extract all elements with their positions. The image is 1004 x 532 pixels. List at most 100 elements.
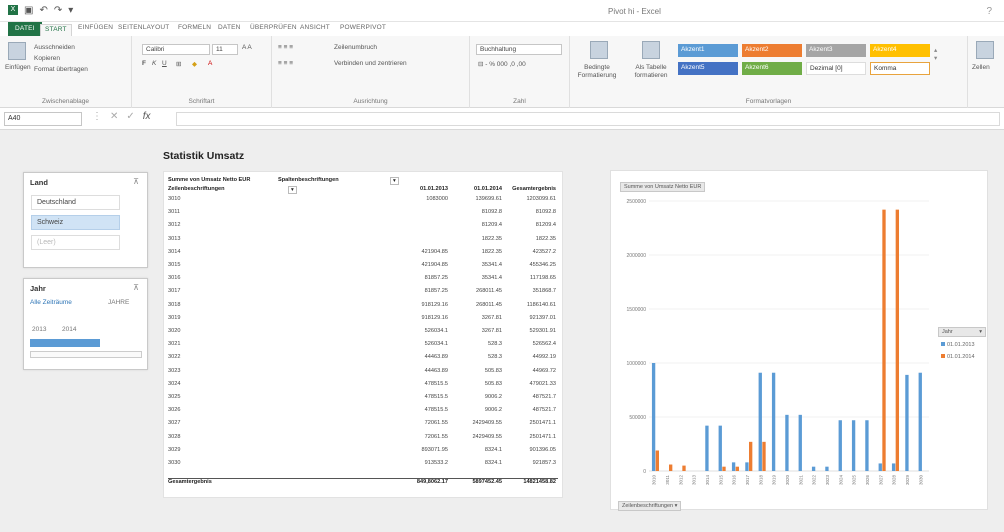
name-box[interactable]: A40 (4, 112, 82, 126)
bar-3016-01.01.2013[interactable] (731, 462, 736, 471)
font-size-select[interactable]: 11 (212, 44, 238, 55)
slicer-item-leer[interactable]: (Leer) (31, 235, 120, 250)
style-accent6[interactable]: Akzent6 (742, 62, 802, 75)
save-icon[interactable]: ▣ (24, 5, 33, 16)
timeline-scrollbar[interactable] (30, 351, 142, 358)
bar-3018-01.01.2014[interactable] (762, 441, 766, 471)
bar-3021-01.01.2013[interactable] (798, 414, 802, 471)
bold-icon[interactable]: F (142, 60, 146, 67)
insert-cells-icon[interactable] (976, 41, 994, 59)
font-name-select[interactable]: Calibri (142, 44, 210, 55)
format-as-table-button[interactable]: Als Tabelle formatieren (625, 64, 677, 80)
format-painter-button[interactable]: Format übertragen (34, 66, 88, 73)
underline-icon[interactable]: U (162, 60, 167, 67)
insert-cells-button[interactable]: Zellen (972, 64, 990, 71)
style-accent5[interactable]: Akzent5 (678, 62, 738, 75)
redo-icon[interactable]: ↷ (54, 5, 62, 16)
tab-review[interactable]: ÜBERPRÜFEN (250, 24, 297, 31)
pivot-col-field[interactable]: Spaltenbeschriftungen (278, 177, 339, 183)
bar-3025-01.01.2013[interactable] (851, 420, 856, 471)
timeline-range-bar[interactable] (30, 339, 100, 347)
row-filter-icon[interactable]: ▾ (288, 186, 297, 194)
bar-3012-01.01.2014[interactable] (682, 465, 686, 471)
legend-field-button[interactable]: Jahr ▾ (938, 327, 986, 337)
bar-3020-01.01.2013[interactable] (785, 414, 789, 471)
paste-icon[interactable] (8, 42, 26, 60)
align-left-icon[interactable]: ≡ ≡ ≡ (278, 60, 293, 67)
tab-insert[interactable]: EINFÜGEN (78, 24, 113, 31)
bar-3015-01.01.2013[interactable] (718, 425, 722, 471)
paste-button[interactable]: Einfügen (5, 64, 31, 71)
currency-icon[interactable]: ⊟ - % 000 ,0 ,00 (478, 60, 526, 68)
font-size-grow-icon[interactable]: A A (242, 44, 252, 51)
insert-function-icon[interactable]: fx (143, 111, 151, 122)
pivot-total-row: Gesamtergebnis 849,8062.17 5897452.45 14… (168, 478, 558, 486)
bar-3011-01.01.2014[interactable] (669, 464, 673, 471)
clear-filter-icon[interactable]: ⊼ (133, 177, 139, 186)
tab-file[interactable]: DATEI (8, 22, 42, 36)
conditional-formatting-icon[interactable] (590, 41, 608, 59)
wrap-text-button[interactable]: Zeilenumbruch (334, 44, 377, 51)
bar-3027-01.01.2013[interactable] (878, 463, 882, 471)
style-decimal[interactable]: Dezimal [0] (806, 62, 866, 75)
style-accent2[interactable]: Akzent2 (742, 44, 802, 57)
bar-3023-01.01.2013[interactable] (825, 466, 829, 471)
bar-3010-01.01.2014[interactable] (655, 450, 659, 471)
slicer-item-deutschland[interactable]: Deutschland (31, 195, 120, 210)
undo-icon[interactable]: ↶ (39, 5, 47, 16)
font-color-icon[interactable]: A (208, 60, 212, 67)
tab-view[interactable]: ANSICHT (300, 24, 330, 31)
help-icon[interactable]: ? (986, 6, 992, 17)
col-filter-icon[interactable]: ▾ (390, 177, 399, 185)
bar-3030-01.01.2013[interactable] (918, 372, 922, 471)
merge-center-button[interactable]: Verbinden und zentrieren (334, 60, 407, 67)
fill-color-icon[interactable]: ◆ (192, 60, 197, 68)
cut-button[interactable]: Ausschneiden (34, 44, 75, 51)
bar-3022-01.01.2013[interactable] (811, 466, 816, 471)
axis-field-button[interactable]: Zeilenbeschriftungen ▾ (618, 501, 682, 511)
bar-3028-01.01.2014[interactable] (895, 209, 899, 471)
tab-page-layout[interactable]: SEITENLAYOUT (118, 24, 169, 31)
style-accent3[interactable]: Akzent3 (806, 44, 866, 57)
tab-powerpivot[interactable]: POWERPIVOT (340, 24, 386, 31)
format-as-table-icon[interactable] (642, 41, 660, 59)
bar-3019-01.01.2013[interactable] (771, 372, 776, 471)
x-tick-label: 3029 (905, 475, 910, 486)
style-accent4[interactable]: Akzent4 (870, 44, 930, 57)
bar-3014-01.01.2013[interactable] (705, 425, 709, 471)
tab-start[interactable]: START (40, 24, 72, 36)
align-top-icon[interactable]: ≡ ≡ ≡ (278, 44, 293, 51)
chart-value-field-button[interactable]: Summe von Umsatz Netto EUR (620, 182, 706, 192)
pivot-row-field[interactable]: Zeilenbeschriftungen (168, 186, 225, 192)
bar-3018-01.01.2013[interactable] (758, 372, 762, 471)
bar-3026-01.01.2013[interactable] (865, 420, 869, 471)
borders-icon[interactable]: ⊞ (176, 60, 181, 68)
number-format-select[interactable]: Buchhaltung (476, 44, 562, 55)
bar-3017-01.01.2013[interactable] (745, 462, 749, 471)
customize-icon[interactable]: ▾ (68, 5, 73, 16)
bar-3017-01.01.2014[interactable] (749, 441, 753, 471)
styles-scroll-icon[interactable]: ▴ ▾ (934, 46, 937, 62)
bar-3024-01.01.2013[interactable] (838, 420, 842, 471)
bar-3016-01.01.2014[interactable] (735, 466, 739, 471)
pivot-chart[interactable]: 0 500000 1000000 1500000 2000000 2500000 3010 3… (610, 170, 988, 511)
slicer-item-schweiz[interactable]: Schweiz (31, 215, 120, 230)
conditional-formatting-button[interactable]: Bedingte Formatierung (572, 64, 622, 80)
copy-button[interactable]: Kopieren (34, 55, 60, 62)
formula-input[interactable] (176, 112, 1000, 126)
bar-3010-01.01.2013[interactable] (651, 363, 656, 471)
bar-3029-01.01.2013[interactable] (905, 374, 909, 471)
bar-3015-01.01.2014[interactable] (722, 466, 726, 471)
cancel-icon[interactable]: ✕ (110, 111, 118, 122)
italic-icon[interactable]: K (152, 60, 156, 67)
value-cell: 913533.2 (424, 460, 448, 466)
clear-filter-icon[interactable]: ⊼ (133, 283, 139, 292)
tab-formulas[interactable]: FORMELN (178, 24, 211, 31)
bar-3027-01.01.2014[interactable] (882, 209, 886, 471)
style-accent1[interactable]: Akzent1 (678, 44, 738, 57)
timeline-level-select[interactable]: JAHRE (108, 299, 129, 306)
tab-data[interactable]: DATEN (218, 24, 241, 31)
style-comma[interactable]: Komma (870, 62, 930, 75)
bar-3028-01.01.2013[interactable] (891, 463, 896, 471)
enter-icon[interactable]: ✓ (126, 111, 134, 122)
